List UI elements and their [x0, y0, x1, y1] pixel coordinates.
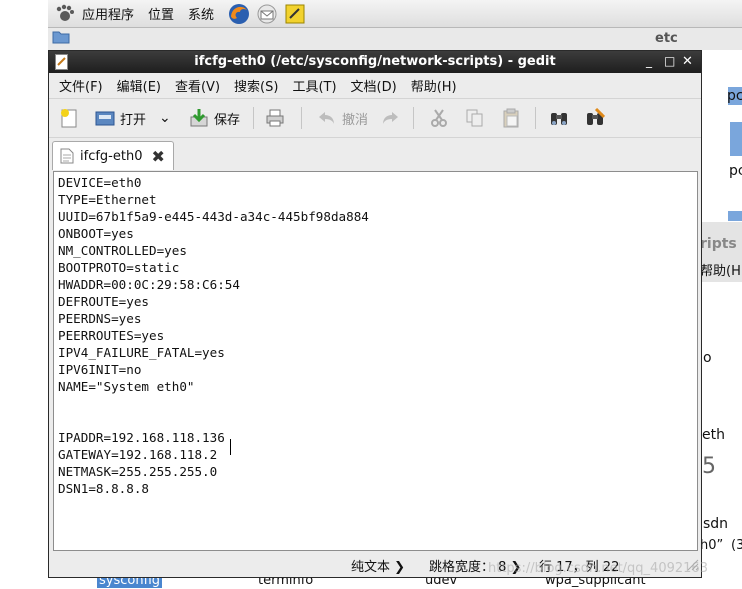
close-icon[interactable]: ✕: [682, 54, 693, 69]
window-titlebar[interactable]: ifcfg-eth0 (/etc/sysconfig/network-scrip…: [49, 51, 701, 73]
language-mode-selector[interactable]: 纯文本 ❯: [351, 556, 405, 575]
background-label: pc: [727, 88, 742, 104]
folder-icon: [730, 122, 742, 160]
maximize-icon[interactable]: □: [664, 54, 675, 68]
menubar: 文件(F) 编辑(E) 查看(V) 搜索(S) 工具(T) 文档(D) 帮助(H…: [49, 73, 701, 97]
toolbar-separator: [535, 107, 536, 129]
save-button[interactable]: 保存: [189, 107, 240, 129]
background-label: eth: [702, 427, 725, 443]
menu-tools[interactable]: 工具(T): [292, 76, 336, 95]
background-label: pc: [729, 163, 742, 179]
chevron-down-icon: ⌄: [159, 110, 171, 126]
toolbar-separator: [413, 107, 414, 129]
top-panel: 应用程序 位置 系统: [48, 0, 742, 28]
toolbar-separator: [253, 107, 254, 129]
background-label: o: [703, 350, 712, 366]
menu-file[interactable]: 文件(F): [59, 76, 103, 95]
notes-icon[interactable]: [284, 3, 306, 25]
redo-button[interactable]: [380, 107, 400, 129]
menu-documents[interactable]: 文档(D): [351, 76, 397, 95]
printer-icon: [266, 109, 284, 127]
save-label: 保存: [214, 112, 241, 128]
menu-search[interactable]: 搜索(S): [234, 76, 278, 95]
undo-button[interactable]: 撤消: [317, 107, 368, 129]
scissors-icon: [431, 109, 447, 127]
cut-button[interactable]: [429, 107, 449, 129]
copy-button[interactable]: [465, 107, 485, 129]
find-replace-button[interactable]: [585, 107, 605, 129]
panel-menu-system[interactable]: 系统: [188, 4, 214, 23]
background-label: ripts: [700, 236, 737, 252]
background-window-titlebar: [48, 28, 742, 51]
text-editor[interactable]: DEVICE=eth0 TYPE=Ethernet UUID=67b1f5a9-…: [53, 171, 698, 551]
find-replace-icon: [587, 108, 605, 125]
copy-icon: [466, 109, 483, 127]
background-window-title: etc: [655, 31, 678, 46]
undo-label: 撤消: [342, 112, 369, 128]
window-title: ifcfg-eth0 (/etc/sysconfig/network-scrip…: [194, 54, 556, 69]
toolbar: 打开 ⌄ 保存 撤消: [49, 98, 701, 138]
panel-menu-places[interactable]: 位置: [148, 4, 174, 23]
firefox-icon[interactable]: [228, 3, 250, 25]
background-inner-window: ripts 帮助(H: [700, 222, 742, 282]
find-button[interactable]: [549, 107, 569, 129]
menu-help[interactable]: 帮助(H): [411, 76, 457, 95]
minimize-icon[interactable]: _: [646, 54, 652, 68]
save-icon: [190, 109, 208, 127]
editor-content[interactable]: DEVICE=eth0 TYPE=Ethernet UUID=67b1f5a9-…: [54, 172, 697, 497]
mail-icon[interactable]: [256, 3, 278, 25]
background-label: 帮助(H: [700, 264, 741, 279]
background-label: (3: [731, 538, 742, 553]
background-label: h0”: [700, 538, 724, 553]
open-button[interactable]: 打开: [95, 107, 146, 129]
tab-label: ifcfg-eth0: [80, 148, 143, 164]
background-window-right-strip: pc pc ripts 帮助(H o eth 5 sdn h0” (3: [700, 50, 742, 589]
svg-text:5: 5: [702, 455, 716, 477]
document-icon: [60, 148, 74, 164]
new-document-button[interactable]: [59, 107, 79, 129]
menu-edit[interactable]: 编辑(E): [117, 76, 161, 95]
tab-close-icon[interactable]: ✖: [151, 147, 164, 166]
background-label: sdn: [703, 516, 729, 532]
panel-menu-applications[interactable]: 应用程序: [82, 4, 134, 23]
menu-view[interactable]: 查看(V): [175, 76, 220, 95]
open-recent-dropdown[interactable]: ⌄: [159, 107, 171, 129]
paste-button[interactable]: [501, 107, 521, 129]
watermark: https://blog.csdn.net/qq_4092163: [488, 561, 708, 576]
undo-icon: [319, 112, 334, 124]
open-label: 打开: [120, 112, 147, 128]
file-icon: 5: [702, 454, 720, 481]
text-caret: [230, 439, 231, 455]
open-icon: [95, 111, 115, 126]
redo-icon: [383, 112, 398, 124]
binoculars-icon: [551, 113, 567, 125]
print-button[interactable]: [265, 107, 285, 129]
gnome-foot-icon[interactable]: [54, 3, 76, 25]
paste-icon: [503, 108, 519, 128]
gedit-window: ifcfg-eth0 (/etc/sysconfig/network-scrip…: [48, 50, 702, 578]
new-document-icon: [61, 109, 77, 128]
toolbar-separator: [301, 107, 302, 129]
folder-icon: [52, 29, 70, 44]
tab-ifcfg-eth0[interactable]: ifcfg-eth0 ✖: [52, 141, 174, 170]
